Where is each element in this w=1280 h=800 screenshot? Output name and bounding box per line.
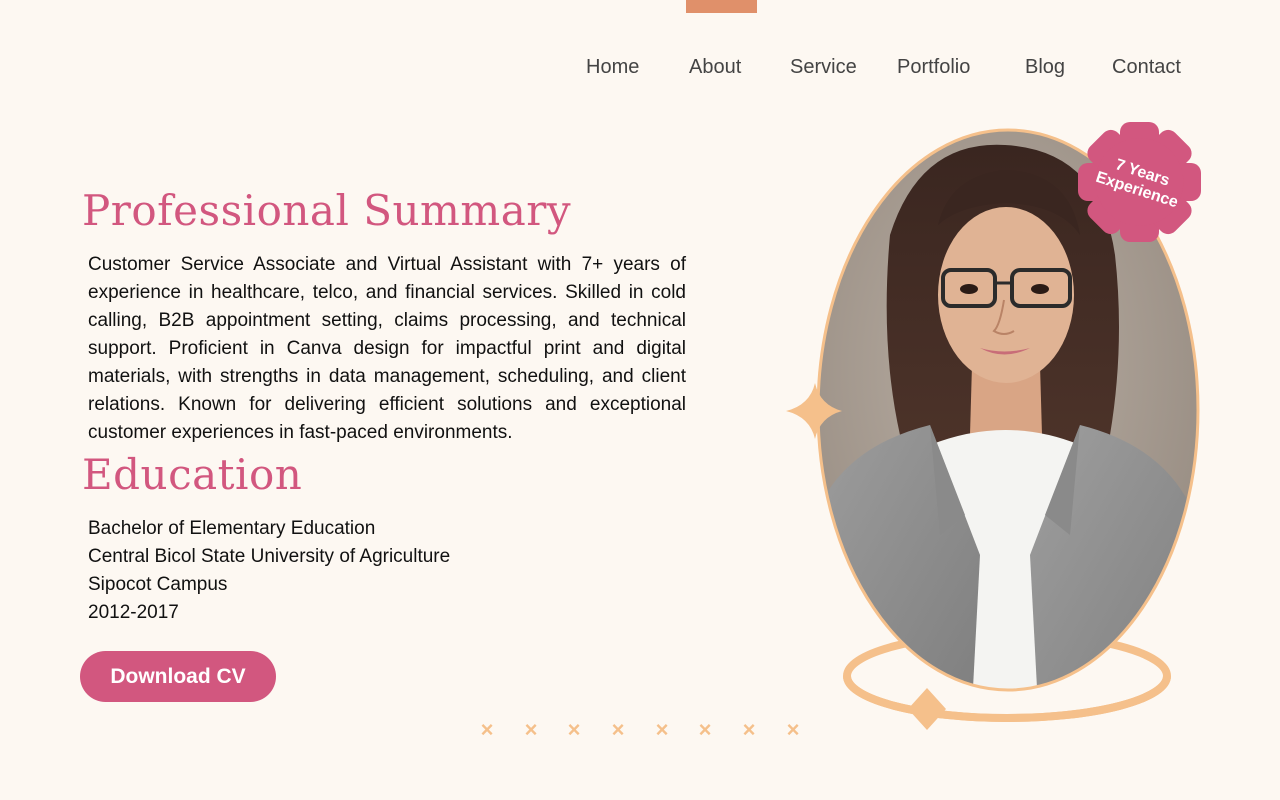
diamond-icon: [908, 688, 946, 730]
cross-mark-icon: ×: [698, 717, 712, 742]
cross-mark-icon: ×: [742, 717, 756, 742]
summary-heading: Professional Summary: [82, 186, 572, 235]
cross-mark-icon: ×: [655, 717, 669, 742]
summary-text: Customer Service Associate and Virtual A…: [88, 254, 686, 443]
education-details: Bachelor of Elementary Education Central…: [88, 515, 450, 627]
education-school: Central Bicol State University of Agricu…: [88, 546, 451, 567]
education-heading: Education: [82, 450, 303, 499]
education-campus: Sipocot Campus: [88, 574, 228, 595]
nav-link-blog[interactable]: Blog: [1025, 56, 1065, 79]
nav-link-about[interactable]: About: [689, 56, 741, 79]
education-degree: Bachelor of Elementary Education: [88, 518, 376, 539]
nav-link-home[interactable]: Home: [586, 56, 639, 79]
experience-badge: 7 Years Experience: [1078, 122, 1201, 242]
cross-mark-icon: ×: [480, 717, 494, 742]
nav-link-service[interactable]: Service: [790, 56, 857, 79]
nav-link-portfolio[interactable]: Portfolio: [897, 56, 970, 79]
main-navigation: Home About Service Portfolio Blog Contac…: [0, 56, 1280, 82]
cross-mark-icon: ×: [611, 717, 625, 742]
cross-mark-icon: ×: [524, 717, 538, 742]
top-accent-tab: [686, 0, 757, 13]
download-cv-button[interactable]: Download CV: [80, 651, 276, 702]
nav-link-contact[interactable]: Contact: [1112, 56, 1181, 79]
cross-mark-icon: ×: [567, 717, 581, 742]
education-years: 2012-2017: [88, 602, 179, 623]
